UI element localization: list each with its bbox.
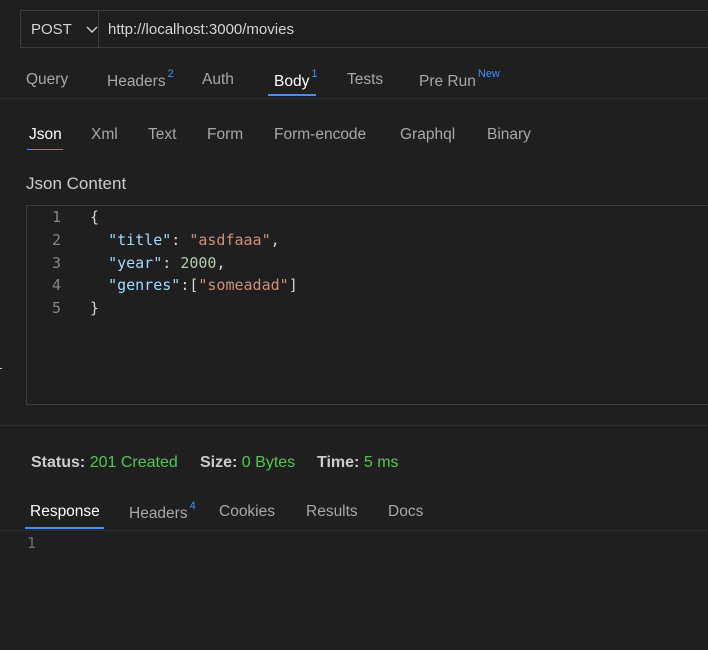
code-line: "year": 2000, <box>90 254 225 272</box>
body-tab-graphql[interactable]: Graphql <box>400 126 455 144</box>
response-tab-docs[interactable]: Docs <box>388 503 423 521</box>
response-tab-results[interactable]: Results <box>306 503 358 521</box>
tab-auth[interactable]: Auth <box>202 71 234 89</box>
response-tab-headers[interactable]: Headers 4 <box>129 500 196 523</box>
tab-headers-label: Headers <box>107 73 166 91</box>
tab-tests-label: Tests <box>347 71 384 88</box>
code-line: "title": "asdfaaa", <box>90 231 280 249</box>
time-label: Time: <box>317 454 360 471</box>
time-field: Time: 5 ms <box>317 454 399 472</box>
brace-close: } <box>90 299 100 317</box>
json-sep: : <box>162 254 181 272</box>
response-line-number: 1 <box>27 534 37 552</box>
body-tab-form[interactable]: Form <box>207 126 243 144</box>
method-label: POST <box>31 20 72 38</box>
tab-body-label: Body <box>274 73 310 91</box>
line-number: 2 <box>51 231 61 249</box>
json-punct: ] <box>288 276 298 294</box>
response-tabs-divider <box>0 530 708 531</box>
pre-run-new-badge: New <box>477 68 500 80</box>
json-key: "genres" <box>108 276 181 294</box>
size-label: Size: <box>200 454 238 471</box>
code-line: } <box>90 299 99 317</box>
headers-count-badge: 2 <box>167 68 174 80</box>
line-number: 3 <box>51 254 61 272</box>
code-line: "genres":["someadad"] <box>90 276 298 294</box>
response-tab-underline <box>25 527 104 529</box>
tab-tests[interactable]: Tests <box>347 71 383 89</box>
body-tab-form-encode[interactable]: Form-encode <box>274 126 366 144</box>
json-sep: :[ <box>180 276 199 294</box>
tab-auth-label: Auth <box>202 71 234 88</box>
body-tab-binary[interactable]: Binary <box>487 126 531 144</box>
json-value: 2000 <box>180 254 217 272</box>
response-tab-headers-label: Headers <box>129 505 188 523</box>
line-number: 5 <box>51 299 61 317</box>
tab-body[interactable]: Body 1 <box>274 68 318 91</box>
body-tab-json-underline <box>27 149 63 150</box>
response-divider <box>0 425 708 426</box>
response-tab-cookies-label: Cookies <box>219 503 275 520</box>
tab-query-label: Query <box>26 71 69 88</box>
json-sep: : <box>171 231 190 249</box>
line-number: 1 <box>51 208 61 226</box>
tab-query[interactable]: Query <box>26 71 68 89</box>
tab-body-underline <box>268 94 316 96</box>
method-select[interactable]: POST <box>21 11 99 47</box>
json-value: "someadad" <box>198 276 289 294</box>
json-content-title: Json Content <box>26 174 127 193</box>
time-value: 5 ms <box>363 454 399 471</box>
request-tabs-divider <box>0 98 708 99</box>
status-field: Status: 201 Created <box>31 454 178 472</box>
status-label: Status: <box>31 454 86 471</box>
json-editor[interactable]: 1 2 3 4 5 { "title": "asdfaaa", "year": … <box>26 205 708 405</box>
url-bar: POST http://localhost:3000/movies <box>20 10 708 48</box>
response-tab-cookies[interactable]: Cookies <box>219 503 275 521</box>
json-value: "asdfaaa" <box>189 231 271 249</box>
body-tab-xml[interactable]: Xml <box>91 126 118 144</box>
size-field: Size: 0 Bytes <box>200 454 295 472</box>
size-value: 0 Bytes <box>241 454 296 471</box>
code-line: { <box>90 208 99 226</box>
url-input[interactable]: http://localhost:3000/movies <box>99 21 294 38</box>
body-tab-json[interactable]: Json <box>29 126 62 144</box>
edge-marker <box>0 368 2 369</box>
body-tab-text[interactable]: Text <box>148 126 176 144</box>
brace-open: { <box>90 208 100 226</box>
line-number: 4 <box>51 276 61 294</box>
response-tab-response[interactable]: Response <box>30 503 100 521</box>
response-tab-results-label: Results <box>306 503 358 520</box>
tab-pre-run-label: Pre Run <box>419 73 476 91</box>
body-count-badge: 1 <box>311 68 318 80</box>
response-tab-docs-label: Docs <box>388 503 424 520</box>
response-tab-response-label: Response <box>30 503 100 520</box>
json-key: "year" <box>108 254 163 272</box>
chevron-down-icon <box>86 21 98 38</box>
json-punct: , <box>216 254 226 272</box>
json-punct: , <box>270 231 280 249</box>
tab-headers[interactable]: Headers 2 <box>107 68 174 91</box>
json-key: "title" <box>108 231 172 249</box>
tab-pre-run[interactable]: Pre Run New <box>419 68 500 91</box>
response-headers-count-badge: 4 <box>189 500 196 512</box>
status-value: 201 Created <box>89 454 178 471</box>
